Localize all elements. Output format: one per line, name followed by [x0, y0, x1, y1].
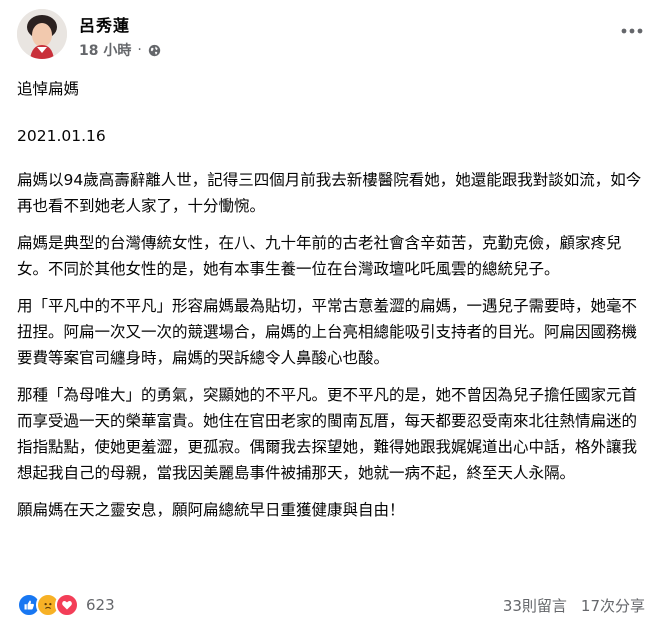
post-header: 呂秀蓮 18 小時 · [17, 9, 662, 61]
reaction-count[interactable]: 623 [86, 596, 115, 614]
post-paragraph: 那種「為母唯大」的勇氣，突顯她的不平凡。更不平凡的是，她不曾因為兒子擔任國家元首… [17, 386, 638, 482]
more-options-button[interactable] [616, 15, 648, 47]
post-content: 追悼扁媽 2021.01.16 扁媽以94歲高壽辭離人世，記得三四個月前我去新樓… [17, 76, 647, 534]
more-options-icon [621, 28, 643, 34]
meta-separator: · [137, 42, 142, 58]
love-icon [55, 593, 79, 617]
post-date: 2021.01.16 [17, 127, 106, 145]
facebook-post: 呂秀蓮 18 小時 · 追悼扁媽 2021.01.16 扁媽以94歲高壽辭離人世… [0, 0, 662, 631]
post-paragraph: 扁媽以94歲高壽辭離人世，記得三四個月前我去新樓醫院看她，她還能跟我對談如流，如… [17, 171, 642, 215]
shares-count-link[interactable]: 17次分享 [581, 595, 645, 616]
post-paragraph: 扁媽是典型的台灣傳統女性，在八、九十年前的古老社會含辛茹苦，克勤克儉，顧家疼兒女… [17, 234, 622, 278]
reaction-icons [17, 593, 79, 617]
post-footer: 623 33則留言 17次分享 [17, 589, 645, 621]
author-name[interactable]: 呂秀蓮 [79, 12, 130, 36]
post-paragraph: 願扁媽在天之靈安息，願阿扁總統早日重獲健康與自由！ [17, 501, 405, 519]
post-meta: 18 小時 · [79, 40, 161, 60]
globe-icon[interactable] [148, 44, 161, 57]
post-title: 追悼扁媽 [17, 80, 80, 98]
reactions-summary[interactable]: 623 [17, 593, 115, 617]
post-timestamp[interactable]: 18 小時 [79, 40, 131, 60]
avatar-image [17, 9, 67, 59]
comments-count-link[interactable]: 33則留言 [503, 595, 567, 616]
post-stats: 33則留言 17次分享 [503, 595, 645, 616]
post-paragraph: 用「平凡中的不平凡」形容扁媽最為貼切，平常古意羞澀的扁媽，一遇兒子需要時，她毫不… [17, 297, 638, 367]
author-avatar[interactable] [17, 9, 67, 59]
